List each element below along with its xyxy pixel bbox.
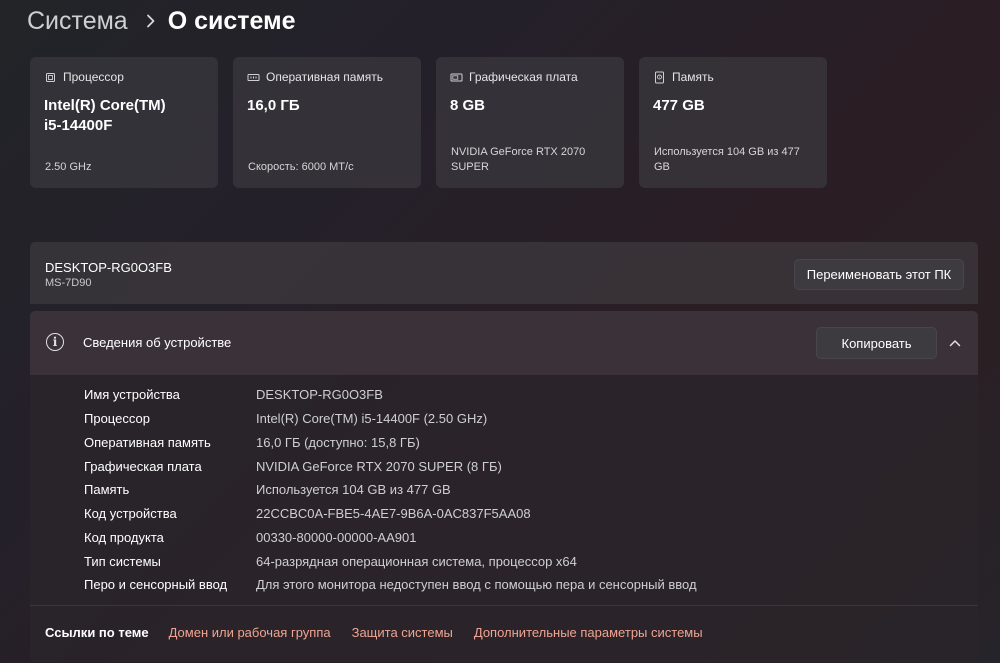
card-subtitle: 2.50 GHz — [45, 161, 92, 173]
spec-key: Процессор — [84, 411, 150, 427]
summary-cards: Процессор Intel(R) Core(TM) i5-14400F 2.… — [30, 57, 827, 188]
specifications-list: Имя устройства DESKTOP-RG0O3FB Процессор… — [84, 383, 697, 597]
ram-icon — [247, 71, 260, 84]
card-subtitle: NVIDIA GeForce RTX 2070 — [451, 146, 586, 158]
link-system-protection[interactable]: Защита системы — [352, 625, 453, 640]
spec-value: 22CCBC0A-FBE5-4AE7-9B6A-0AC837F5AA08 — [256, 506, 531, 522]
card-title: Память — [672, 70, 714, 84]
spec-key: Память — [84, 482, 130, 498]
spec-key: Перо и сенсорный ввод — [84, 577, 228, 593]
breadcrumb-parent-system[interactable]: Система — [27, 7, 128, 36]
spec-value: 16,0 ГБ (доступно: 15,8 ГБ) — [256, 434, 420, 450]
page-title: О системе — [167, 6, 296, 35]
card-value: 477 GB — [653, 97, 705, 114]
card-processor: Процессор Intel(R) Core(TM) i5-14400F 2.… — [30, 57, 218, 188]
spec-value: 64-разрядная операционная система, проце… — [256, 553, 577, 569]
spec-value: Используется 104 GB из 477 GB — [256, 482, 451, 498]
chevron-right-icon — [146, 14, 156, 28]
card-ram: Оперативная память 16,0 ГБ Скорость: 600… — [233, 57, 421, 188]
spec-value: NVIDIA GeForce RTX 2070 SUPER (8 ГБ) — [256, 458, 502, 474]
card-value: Intel(R) Core(TM) — [44, 97, 166, 114]
related-links: Ссылки по теме Домен или рабочая группа … — [45, 625, 724, 640]
related-links-label: Ссылки по теме — [45, 625, 149, 640]
card-value: 16,0 ГБ — [247, 97, 300, 114]
card-subtitle: GB — [654, 161, 670, 173]
device-specifications-header[interactable]: i Сведения об устройстве Копировать — [30, 311, 978, 375]
spec-key: Код устройства — [84, 506, 177, 522]
spec-row: Код устройства 22CCBC0A-FBE5-4AE7-9B6A-0… — [84, 502, 697, 526]
storage-icon — [653, 71, 666, 84]
device-name: DESKTOP-RG0O3FB — [45, 260, 172, 275]
card-value: i5-14400F — [44, 117, 113, 134]
breadcrumb: Система О системе — [27, 4, 295, 38]
device-name-row: DESKTOP-RG0O3FB MS-7D90 Переименовать эт… — [30, 242, 978, 304]
spec-key: Оперативная память — [84, 434, 211, 450]
card-subtitle: SUPER — [451, 161, 489, 173]
spec-key: Код продукта — [84, 529, 164, 545]
spec-row: Графическая плата NVIDIA GeForce RTX 207… — [84, 454, 697, 478]
spec-row: Тип системы 64-разрядная операционная си… — [84, 549, 697, 573]
card-subtitle: Используется 104 GB из 477 — [654, 146, 800, 158]
device-specifications-title: Сведения об устройстве — [83, 335, 232, 350]
card-title: Процессор — [63, 70, 124, 84]
spec-row: Имя устройства DESKTOP-RG0O3FB — [84, 383, 697, 407]
card-title: Графическая плата — [469, 70, 578, 84]
link-domain-workgroup[interactable]: Домен или рабочая группа — [169, 625, 331, 640]
copy-button[interactable]: Копировать — [816, 327, 937, 359]
link-advanced-system-settings[interactable]: Дополнительные параметры системы — [474, 625, 703, 640]
spec-value: 00330-80000-00000-AA901 — [256, 529, 417, 545]
card-storage: Память 477 GB Используется 104 GB из 477… — [639, 57, 827, 188]
spec-key: Имя устройства — [84, 387, 180, 403]
card-value: 8 GB — [450, 97, 486, 114]
spec-row: Оперативная память 16,0 ГБ (доступно: 15… — [84, 431, 697, 455]
cpu-icon — [44, 71, 57, 84]
spec-row: Память Используется 104 GB из 477 GB — [84, 478, 697, 502]
card-title: Оперативная память — [266, 70, 383, 84]
spec-value: DESKTOP-RG0O3FB — [256, 387, 383, 403]
spec-value: Для этого монитора недоступен ввод с пом… — [256, 577, 697, 593]
gpu-icon — [450, 71, 463, 84]
chevron-up-icon[interactable] — [947, 335, 963, 351]
device-specifications-panel: i Сведения об устройстве Копировать Имя … — [30, 311, 978, 662]
rename-pc-button[interactable]: Переименовать этот ПК — [794, 259, 964, 290]
spec-value: Intel(R) Core(TM) i5-14400F (2.50 GHz) — [256, 411, 488, 427]
spec-key: Тип системы — [84, 553, 161, 569]
device-model: MS-7D90 — [45, 277, 92, 289]
card-gpu: Графическая плата 8 GB NVIDIA GeForce RT… — [436, 57, 624, 188]
spec-key: Графическая плата — [84, 458, 202, 474]
spec-row: Перо и сенсорный ввод Для этого монитора… — [84, 573, 697, 597]
spec-row: Код продукта 00330-80000-00000-AA901 — [84, 526, 697, 550]
divider — [30, 605, 978, 606]
info-icon: i — [46, 333, 64, 351]
spec-row: Процессор Intel(R) Core(TM) i5-14400F (2… — [84, 407, 697, 431]
card-subtitle: Скорость: 6000 МТ/с — [248, 161, 354, 173]
